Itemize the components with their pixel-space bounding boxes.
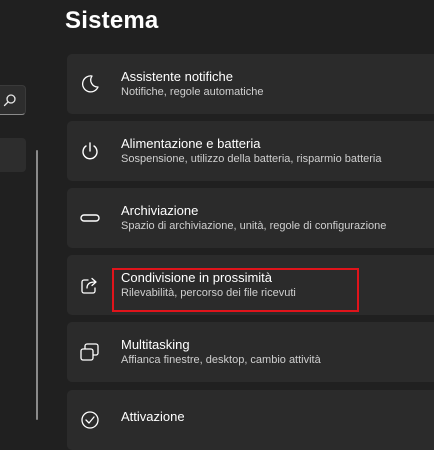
storage-icon <box>80 214 100 222</box>
setting-card-multitasking[interactable]: Multitasking Affianca finestre, desktop,… <box>67 322 434 382</box>
setting-subtitle: Notifiche, regole automatiche <box>121 86 264 98</box>
setting-title: Assistente notifiche <box>121 69 234 84</box>
page-title: Sistema <box>65 7 159 34</box>
share-icon <box>81 277 97 294</box>
setting-card-archiviazione[interactable]: Archiviazione Spazio di archiviazione, u… <box>67 188 434 248</box>
setting-title: Multitasking <box>121 337 190 352</box>
setting-card-attivazione[interactable]: Attivazione <box>67 390 434 450</box>
sidebar <box>0 0 46 420</box>
setting-card-condivisione-prossimita[interactable]: Condivisione in prossimità Rilevabilità,… <box>67 255 434 315</box>
setting-card-assistente-notifiche[interactable]: Assistente notifiche Notifiche, regole a… <box>67 54 434 114</box>
search-icon <box>3 94 16 107</box>
search-input[interactable] <box>0 85 26 115</box>
multitasking-icon <box>80 343 99 361</box>
activation-icon <box>81 411 99 429</box>
setting-subtitle: Rilevabilità, percorso dei file ricevuti <box>121 287 296 299</box>
setting-title: Attivazione <box>121 409 185 424</box>
setting-title: Archiviazione <box>121 203 199 218</box>
setting-subtitle: Sospensione, utilizzo della batteria, ri… <box>121 153 382 165</box>
power-icon <box>82 142 98 160</box>
setting-title: Alimentazione e batteria <box>121 136 261 151</box>
setting-card-alimentazione-batteria[interactable]: Alimentazione e batteria Sospensione, ut… <box>67 121 434 181</box>
setting-subtitle: Spazio di archiviazione, unità, regole d… <box>121 220 387 232</box>
sidebar-item-selected[interactable] <box>0 138 26 172</box>
setting-subtitle: Affianca finestre, desktop, cambio attiv… <box>121 354 321 366</box>
scrollbar[interactable] <box>36 150 38 420</box>
moon-icon <box>81 75 99 93</box>
setting-title: Condivisione in prossimità <box>121 270 273 285</box>
